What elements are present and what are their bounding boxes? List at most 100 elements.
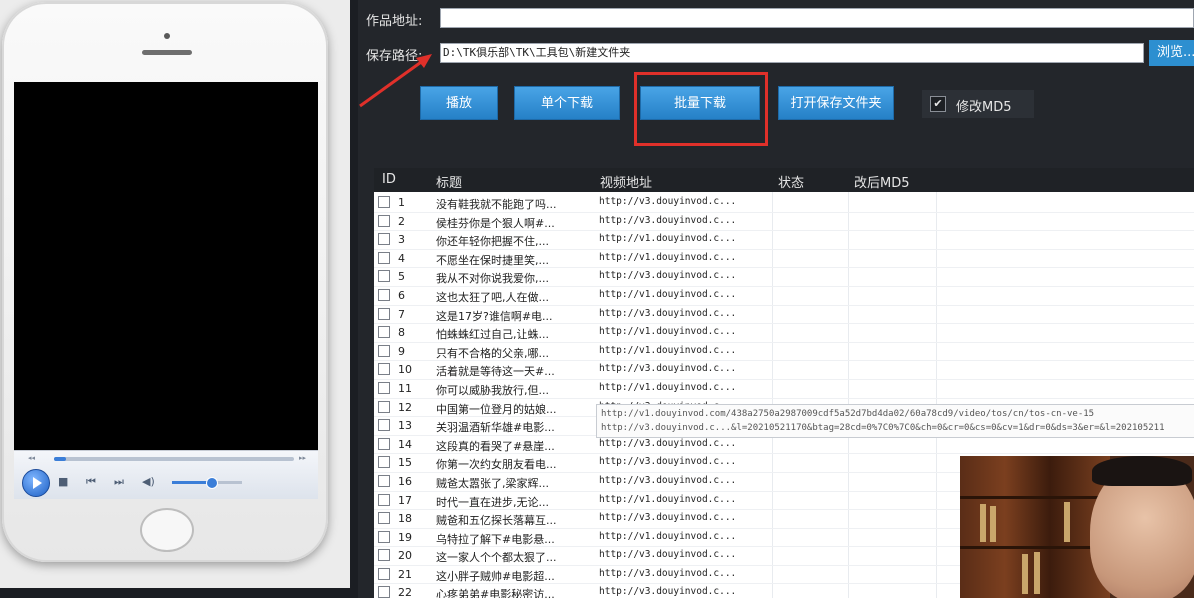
row-id: 11 bbox=[398, 381, 412, 395]
phone-preview-panel: ◂◂ ▸▸ ■ ⏮ ⏭ ◀) bbox=[0, 0, 350, 588]
row-checkbox[interactable] bbox=[378, 270, 390, 283]
row-checkbox[interactable] bbox=[378, 307, 390, 320]
phone-frame: ◂◂ ▸▸ ■ ⏮ ⏭ ◀) bbox=[2, 2, 328, 562]
row-title: 贼爸和五亿探长落幕互... bbox=[436, 514, 557, 528]
row-checkbox[interactable] bbox=[378, 437, 390, 450]
row-id: 6 bbox=[398, 288, 405, 302]
table-row[interactable]: 9 只有不合格的父亲,哪... http://v1.douyinvod.c... bbox=[374, 343, 1194, 362]
row-title: 这是17岁?谁信啊#电... bbox=[436, 309, 553, 323]
row-checkbox[interactable] bbox=[378, 344, 390, 357]
header-md5[interactable]: 改后MD5 bbox=[854, 172, 910, 191]
header-id[interactable]: ID bbox=[382, 172, 396, 187]
header-status[interactable]: 状态 bbox=[778, 172, 804, 191]
row-title: 这一家人个个都太狠了... bbox=[436, 551, 557, 565]
table-row[interactable]: 1 没有鞋我就不能跑了吗... http://v3.douyinvod.c... bbox=[374, 194, 1194, 213]
row-checkbox[interactable] bbox=[378, 512, 390, 525]
play-button[interactable]: 播放 bbox=[420, 86, 498, 120]
row-checkbox[interactable] bbox=[378, 381, 390, 394]
row-url: http://v3.douyinvod.c... bbox=[599, 474, 737, 486]
row-title: 你还年轻你把握不住,... bbox=[436, 235, 549, 249]
speaker-icon bbox=[142, 50, 192, 55]
open-folder-button[interactable]: 打开保存文件夹 bbox=[778, 86, 894, 120]
row-checkbox[interactable] bbox=[378, 530, 390, 543]
row-id: 15 bbox=[398, 456, 412, 470]
row-checkbox[interactable] bbox=[378, 326, 390, 339]
row-url: http://v1.douyinvod.c... bbox=[599, 530, 737, 542]
stop-icon[interactable]: ■ bbox=[58, 475, 68, 488]
row-id: 14 bbox=[398, 437, 412, 451]
row-checkbox[interactable] bbox=[378, 549, 390, 562]
table-row[interactable]: 10 活着就是等待这一天#... http://v3.douyinvod.c... bbox=[374, 361, 1194, 380]
row-checkbox[interactable] bbox=[378, 214, 390, 227]
row-checkbox[interactable] bbox=[378, 363, 390, 376]
volume-knob[interactable] bbox=[205, 477, 218, 489]
media-player-bar: ◂◂ ▸▸ ■ ⏮ ⏭ ◀) bbox=[14, 450, 318, 499]
video-screen bbox=[14, 82, 318, 450]
row-id: 16 bbox=[398, 474, 412, 488]
browse-button[interactable]: 浏览... bbox=[1149, 40, 1194, 66]
row-url: http://v1.douyinvod.c... bbox=[599, 288, 737, 300]
webcam-overlay bbox=[960, 456, 1194, 598]
volume-level bbox=[172, 481, 211, 484]
row-id: 2 bbox=[398, 214, 405, 228]
row-title: 关羽温酒斩华雄#电影... bbox=[436, 421, 555, 435]
row-title: 不愿坐在保时捷里笑,... bbox=[436, 253, 549, 267]
header-title[interactable]: 标题 bbox=[436, 172, 462, 191]
row-title: 你第一次约女朋友看电... bbox=[436, 458, 557, 472]
header-url[interactable]: 视频地址 bbox=[600, 172, 652, 191]
row-url: http://v1.douyinvod.c... bbox=[599, 326, 737, 338]
table-row[interactable]: 6 这也太狂了吧,人在做... http://v1.douyinvod.c... bbox=[374, 287, 1194, 306]
play-icon[interactable] bbox=[22, 469, 50, 497]
row-title: 时代一直在进步,无论... bbox=[436, 495, 549, 509]
row-url: http://v1.douyinvod.c... bbox=[599, 493, 737, 505]
volume-slider[interactable] bbox=[172, 477, 242, 489]
row-id: 19 bbox=[398, 530, 412, 544]
row-checkbox[interactable] bbox=[378, 456, 390, 469]
work-url-input[interactable] bbox=[440, 8, 1194, 28]
table-row[interactable]: 4 不愿坐在保时捷里笑,... http://v1.douyinvod.c... bbox=[374, 250, 1194, 269]
table-row[interactable]: 7 这是17岁?谁信啊#电... http://v3.douyinvod.c... bbox=[374, 306, 1194, 325]
home-button[interactable] bbox=[140, 508, 194, 552]
next-icon[interactable]: ⏭ bbox=[114, 475, 124, 489]
seek-slider[interactable] bbox=[54, 457, 294, 461]
table-row[interactable]: 11 你可以威胁我放行,但... http://v1.douyinvod.c... bbox=[374, 380, 1194, 399]
url-tooltip: http://v1.douyinvod.com/438a2750a2987009… bbox=[596, 404, 1194, 438]
volume-icon[interactable]: ◀) bbox=[142, 475, 155, 488]
row-url: http://v3.douyinvod.c... bbox=[599, 270, 737, 282]
md5-checkbox[interactable]: ✔ bbox=[930, 96, 946, 112]
table-row[interactable]: 8 怕蛛蛛红过自己,让蛛... http://v1.douyinvod.c... bbox=[374, 324, 1194, 343]
save-path-input[interactable]: D:\TK俱乐部\TK\工具包\新建文件夹 bbox=[440, 43, 1144, 63]
row-checkbox[interactable] bbox=[378, 288, 390, 301]
md5-option[interactable]: ✔ 修改MD5 bbox=[922, 90, 1034, 118]
row-title: 怕蛛蛛红过自己,让蛛... bbox=[436, 328, 549, 342]
table-row[interactable]: 14 这段真的看哭了#悬崖... http://v3.douyinvod.c... bbox=[374, 436, 1194, 455]
table-row[interactable]: 3 你还年轻你把握不住,... http://v1.douyinvod.c... bbox=[374, 231, 1194, 250]
row-checkbox[interactable] bbox=[378, 251, 390, 264]
work-url-label: 作品地址: bbox=[366, 14, 423, 29]
row-id: 18 bbox=[398, 512, 412, 526]
row-title: 侯桂芬你是个狠人啊#... bbox=[436, 216, 555, 230]
row-checkbox[interactable] bbox=[378, 493, 390, 506]
row-id: 20 bbox=[398, 549, 412, 563]
row-checkbox[interactable] bbox=[378, 586, 390, 598]
row-checkbox[interactable] bbox=[378, 233, 390, 246]
row-url: http://v1.douyinvod.c... bbox=[599, 344, 737, 356]
row-id: 5 bbox=[398, 270, 405, 284]
row-checkbox[interactable] bbox=[378, 400, 390, 413]
single-download-button[interactable]: 单个下载 bbox=[514, 86, 620, 120]
row-url: http://v1.douyinvod.c... bbox=[599, 251, 737, 263]
row-checkbox[interactable] bbox=[378, 196, 390, 208]
row-url: http://v1.douyinvod.c... bbox=[599, 381, 737, 393]
row-url: http://v3.douyinvod.c... bbox=[599, 196, 737, 207]
table-row[interactable]: 2 侯桂芬你是个狠人啊#... http://v3.douyinvod.c... bbox=[374, 213, 1194, 232]
tooltip-line: http://v3.douyinvod.c...&l=20210521170&b… bbox=[601, 423, 1165, 433]
row-title: 你可以威胁我放行,但... bbox=[436, 383, 549, 397]
row-title: 这也太狂了吧,人在做... bbox=[436, 290, 549, 304]
table-row[interactable]: 5 我从不对你说我爱你,... http://v3.douyinvod.c... bbox=[374, 268, 1194, 287]
row-id: 4 bbox=[398, 251, 405, 265]
row-url: http://v3.douyinvod.c... bbox=[599, 549, 737, 561]
row-checkbox[interactable] bbox=[378, 474, 390, 487]
row-checkbox[interactable] bbox=[378, 419, 390, 432]
prev-icon[interactable]: ⏮ bbox=[86, 475, 96, 489]
row-checkbox[interactable] bbox=[378, 567, 390, 580]
